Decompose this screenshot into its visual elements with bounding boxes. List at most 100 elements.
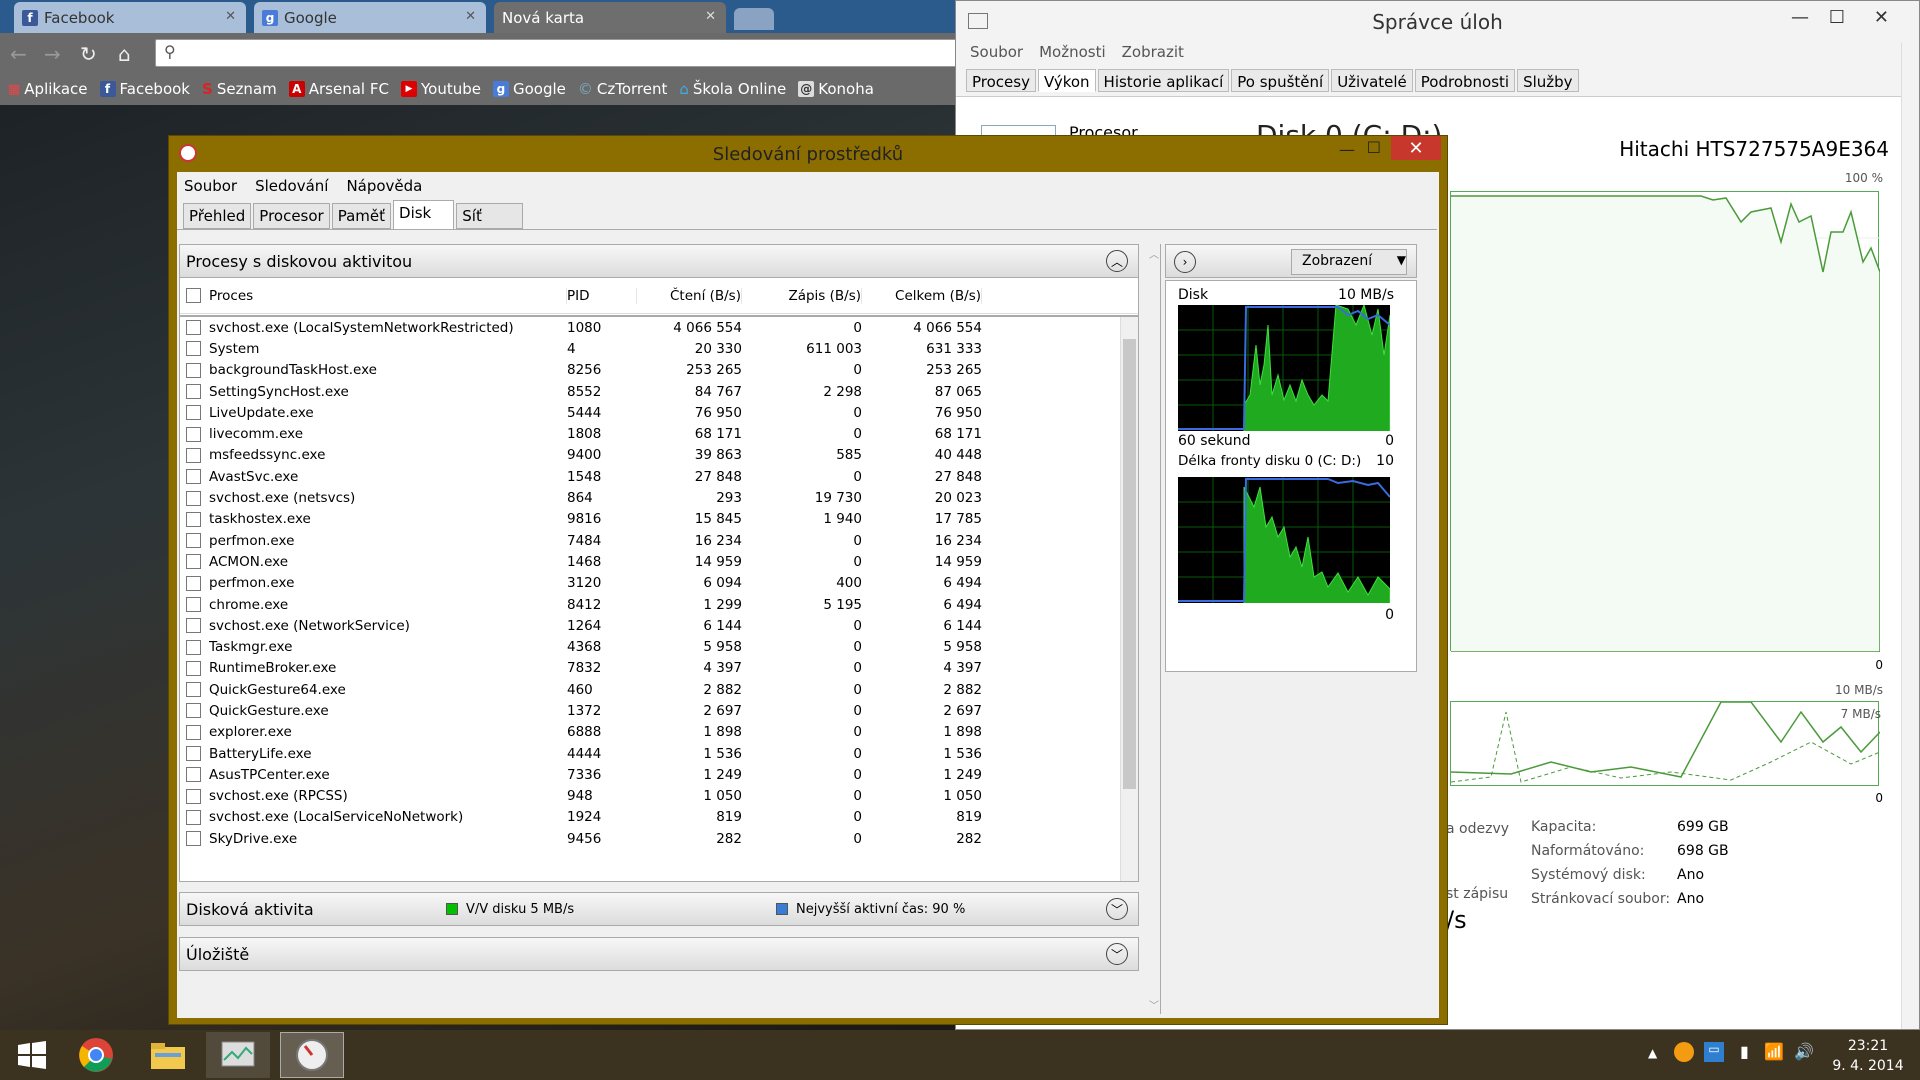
table-row[interactable]: perfmon.exe 3120 6 094 400 6 494 bbox=[180, 573, 1138, 594]
tab-po-spusteni[interactable]: Po spuštění bbox=[1231, 69, 1330, 92]
chevron-down-icon[interactable]: ▼ bbox=[1397, 253, 1406, 267]
row-checkbox[interactable] bbox=[186, 362, 201, 378]
tab-podrobnosti[interactable]: Podrobnosti bbox=[1414, 69, 1516, 92]
row-checkbox[interactable] bbox=[186, 682, 201, 698]
table-row[interactable]: ACMON.exe 1468 14 959 0 14 959 bbox=[180, 551, 1138, 572]
close-tab-icon[interactable]: ✕ bbox=[225, 9, 236, 24]
close-tab-icon[interactable]: ✕ bbox=[705, 9, 716, 24]
table-row[interactable]: LiveUpdate.exe 5444 76 950 0 76 950 bbox=[180, 402, 1138, 423]
table-row[interactable]: svchost.exe (NetworkService) 1264 6 144 0 6 … bbox=[180, 615, 1138, 636]
reload-icon[interactable]: ↻ bbox=[80, 42, 97, 66]
row-checkbox[interactable] bbox=[186, 703, 201, 719]
bookmark-facebook[interactable]: f Facebook bbox=[99, 80, 190, 98]
table-row[interactable]: Taskmgr.exe 4368 5 958 0 5 958 bbox=[180, 636, 1138, 657]
table-row[interactable]: svchost.exe (LocalSystemNetworkRestricte… bbox=[180, 317, 1138, 338]
address-bar[interactable]: ⚲ bbox=[155, 39, 960, 67]
expand-icon[interactable]: ﹀ bbox=[1106, 898, 1128, 920]
signal-icon[interactable]: 📶 bbox=[1764, 1042, 1784, 1061]
bookmark-konoha[interactable]: @ Konoha bbox=[798, 80, 874, 98]
row-checkbox[interactable] bbox=[186, 746, 201, 762]
scroll-up-icon[interactable]: ︿ bbox=[1149, 246, 1159, 261]
tab-vykon[interactable]: Výkon bbox=[1037, 69, 1096, 92]
minimize-icon[interactable]: — bbox=[1339, 140, 1355, 159]
row-checkbox[interactable] bbox=[186, 426, 201, 442]
process-scrollbar[interactable] bbox=[1120, 317, 1138, 881]
col-proces[interactable]: Proces bbox=[209, 287, 567, 304]
table-row[interactable]: explorer.exe 6888 1 898 0 1 898 bbox=[180, 722, 1138, 743]
row-checkbox[interactable] bbox=[186, 511, 201, 527]
maximize-icon[interactable]: ☐ bbox=[1829, 7, 1845, 28]
table-row[interactable]: SkyDrive.exe 9456 282 0 282 bbox=[180, 828, 1138, 849]
tab-procesor[interactable]: Procesor bbox=[253, 203, 330, 229]
expand-right-icon[interactable]: › bbox=[1174, 251, 1196, 273]
close-button[interactable]: ✕ bbox=[1391, 136, 1441, 160]
row-checkbox[interactable] bbox=[186, 469, 201, 485]
browser-tab-facebook[interactable]: f Facebook ✕ bbox=[14, 2, 246, 33]
show-hidden-icons[interactable]: ▲ bbox=[1648, 1046, 1657, 1060]
col-total[interactable]: Celkem (B/s) bbox=[862, 287, 982, 304]
task-manager-taskbar-icon[interactable] bbox=[206, 1032, 270, 1078]
collapse-icon[interactable]: ︿ bbox=[1106, 250, 1128, 272]
menu-soubor[interactable]: Soubor bbox=[184, 177, 237, 195]
close-icon[interactable]: ✕ bbox=[1874, 7, 1889, 28]
forward-icon[interactable]: → bbox=[44, 42, 61, 66]
bookmark-google[interactable]: g Google bbox=[492, 80, 566, 98]
close-tab-icon[interactable]: ✕ bbox=[465, 9, 476, 24]
row-checkbox[interactable] bbox=[186, 533, 201, 549]
scroll-thumb[interactable] bbox=[1123, 339, 1136, 789]
file-explorer-icon[interactable] bbox=[136, 1032, 200, 1078]
touchpad-icon[interactable]: ▭ bbox=[1704, 1042, 1724, 1062]
table-row[interactable]: livecomm.exe 1808 68 171 0 68 171 bbox=[180, 423, 1138, 444]
storage-section-header[interactable]: Úložiště ﹀ bbox=[179, 937, 1139, 971]
browser-tab-new[interactable]: Nová karta ✕ bbox=[494, 2, 726, 33]
table-row[interactable]: chrome.exe 8412 1 299 5 195 6 494 bbox=[180, 594, 1138, 615]
table-row[interactable]: taskhostex.exe 9816 15 845 1 940 17 785 bbox=[180, 509, 1138, 530]
menu-zobrazit[interactable]: Zobrazit bbox=[1122, 43, 1184, 65]
table-row[interactable]: backgroundTaskHost.exe 8256 253 265 0 253 26… bbox=[180, 360, 1138, 381]
tab-pamet[interactable]: Paměť bbox=[331, 203, 392, 229]
bookmark-apps[interactable]: ▦ Aplikace bbox=[8, 80, 88, 98]
row-checkbox[interactable] bbox=[186, 831, 201, 847]
scroll-down-icon[interactable]: ﹀ bbox=[1149, 997, 1159, 1012]
row-checkbox[interactable] bbox=[186, 447, 201, 463]
bookmark-cztorrent[interactable]: © CzTorrent bbox=[578, 80, 668, 98]
row-checkbox[interactable] bbox=[186, 554, 201, 570]
row-checkbox[interactable] bbox=[186, 405, 201, 421]
row-checkbox[interactable] bbox=[186, 597, 201, 612]
bookmark-skola-online[interactable]: ⌂ Škola Online bbox=[679, 80, 786, 98]
tab-sit[interactable]: Síť bbox=[456, 203, 523, 229]
menu-sledovani[interactable]: Sledování bbox=[255, 177, 328, 195]
browser-tab-google[interactable]: g Google ✕ bbox=[254, 2, 486, 33]
table-row[interactable]: QuickGesture64.exe 460 2 882 0 2 882 bbox=[180, 679, 1138, 700]
table-row[interactable]: SettingSyncHost.exe 8552 84 767 2 298 87 065 bbox=[180, 381, 1138, 402]
table-row[interactable]: AsusTPCenter.exe 7336 1 249 0 1 249 bbox=[180, 764, 1138, 785]
table-row[interactable]: msfeedssync.exe 9400 39 863 585 40 448 bbox=[180, 445, 1138, 466]
table-row[interactable]: System 4 20 330 611 003 631 333 bbox=[180, 338, 1138, 359]
table-row[interactable]: BatteryLife.exe 4444 1 536 0 1 536 bbox=[180, 743, 1138, 764]
row-checkbox[interactable] bbox=[186, 788, 201, 804]
disk-activity-section-header[interactable]: Disková aktivita V/V disku 5 MB/s Nejvyš… bbox=[179, 892, 1139, 926]
row-checkbox[interactable] bbox=[186, 575, 201, 591]
row-checkbox[interactable] bbox=[186, 660, 201, 676]
bookmark-seznam[interactable]: S Seznam bbox=[202, 80, 277, 98]
row-checkbox[interactable] bbox=[186, 490, 201, 506]
tab-disk[interactable]: Disk bbox=[393, 200, 455, 229]
bookmark-arsenal[interactable]: A Arsenal FC bbox=[288, 80, 389, 98]
table-row[interactable]: AvastSvc.exe 1548 27 848 0 27 848 bbox=[180, 466, 1138, 487]
col-write[interactable]: Zápis (B/s) bbox=[742, 287, 862, 304]
clock[interactable]: 23:21 9. 4. 2014 bbox=[1820, 1036, 1916, 1076]
table-row[interactable]: svchost.exe (netsvcs) 864 293 19 730 20 023 bbox=[180, 487, 1138, 508]
tab-uzivatele[interactable]: Uživatelé bbox=[1331, 69, 1413, 92]
resource-monitor-taskbar-icon[interactable] bbox=[280, 1032, 344, 1078]
back-icon[interactable]: ← bbox=[10, 42, 27, 66]
menu-moznosti[interactable]: Možnosti bbox=[1039, 43, 1106, 65]
maximize-icon[interactable]: ☐ bbox=[1367, 138, 1381, 157]
menu-napoveda[interactable]: Nápověda bbox=[346, 177, 422, 195]
row-checkbox[interactable] bbox=[186, 767, 201, 783]
select-all-checkbox[interactable] bbox=[186, 288, 201, 303]
expand-icon[interactable]: ﹀ bbox=[1106, 943, 1128, 965]
minimize-icon[interactable]: — bbox=[1791, 7, 1809, 28]
processes-section-header[interactable]: Procesy s diskovou aktivitou ︿ bbox=[179, 244, 1139, 278]
row-checkbox[interactable] bbox=[186, 724, 201, 740]
home-icon[interactable]: ⌂ bbox=[118, 42, 131, 66]
